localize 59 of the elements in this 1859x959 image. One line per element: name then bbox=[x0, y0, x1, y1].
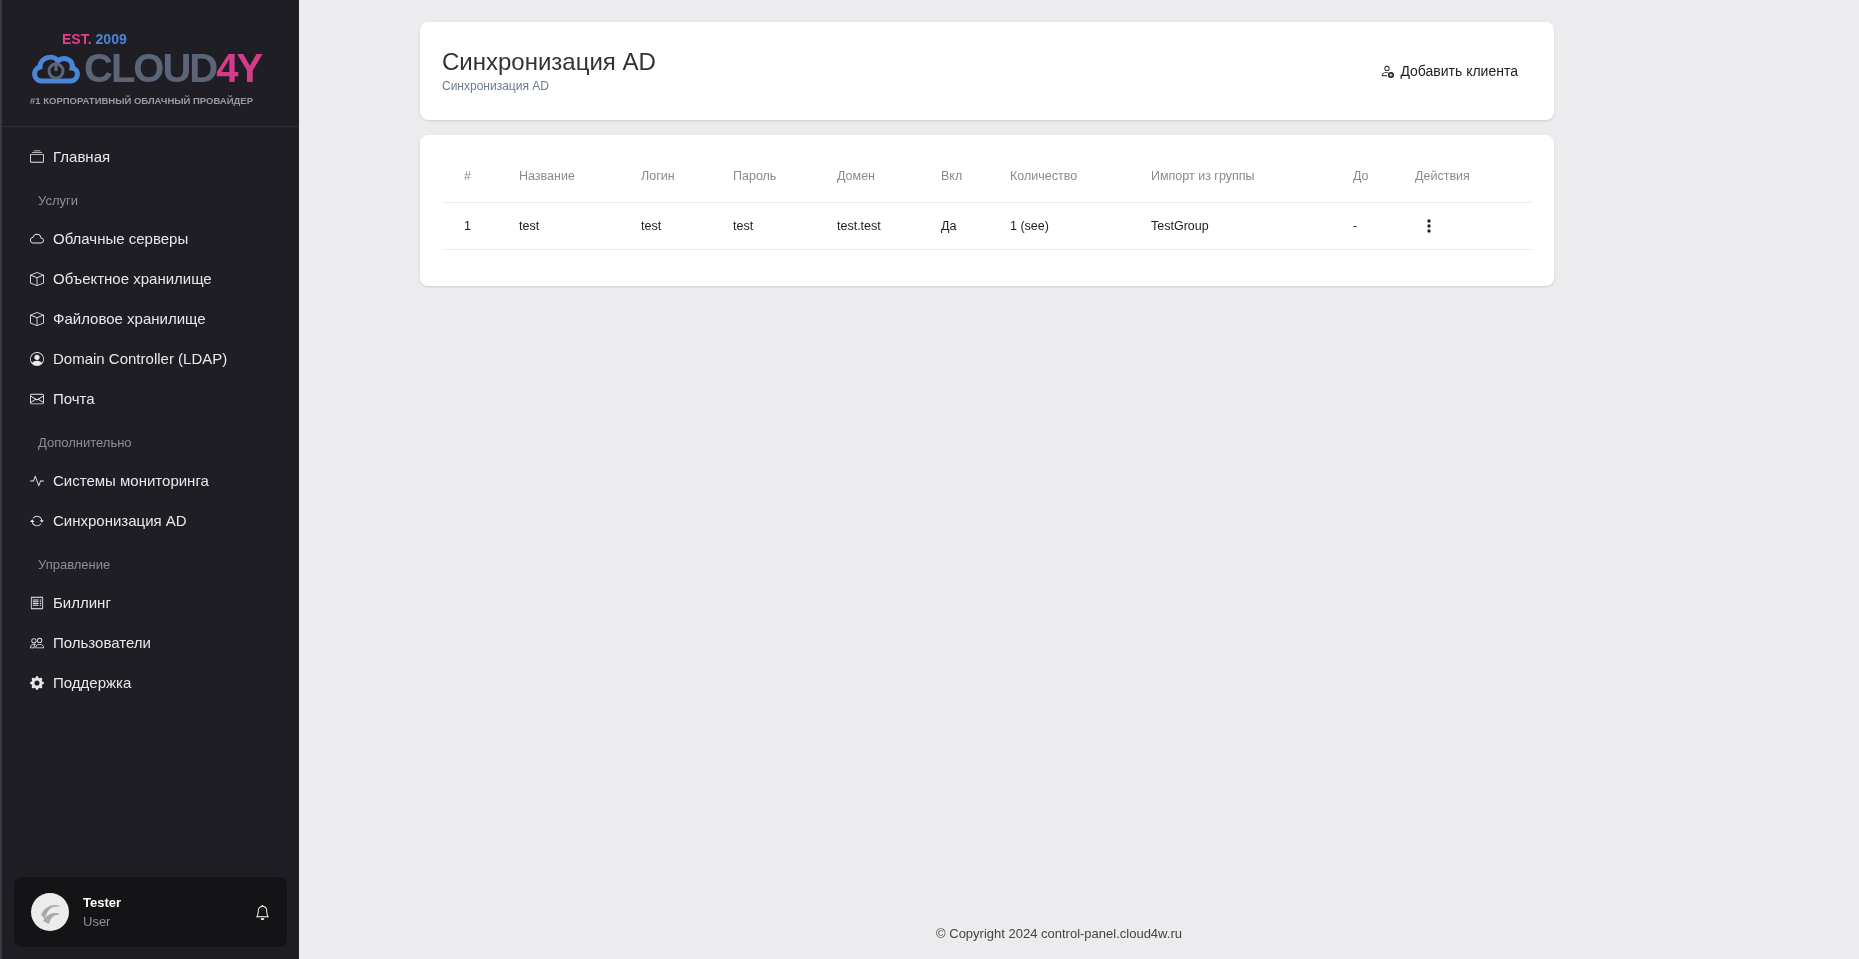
column-header: Пароль bbox=[732, 168, 778, 186]
nav-item[interactable]: Системы мониторинга bbox=[30, 461, 271, 502]
nav-item[interactable]: Почта bbox=[30, 379, 271, 420]
table-cell-text: 1 (see) bbox=[1009, 217, 1050, 235]
tray-icon bbox=[30, 150, 44, 165]
receipt-icon bbox=[30, 596, 44, 611]
column-header: Импорт из группы bbox=[1150, 168, 1256, 186]
column-header: Вкл bbox=[940, 168, 964, 186]
avatar-icon bbox=[31, 893, 69, 931]
nav-item[interactable]: Пользователи bbox=[30, 623, 271, 664]
table-cell-text: test bbox=[518, 217, 541, 235]
nav-item[interactable]: Файловое хранилище bbox=[30, 299, 271, 340]
logo-year: 2009 bbox=[95, 32, 127, 46]
column-header: До bbox=[1352, 168, 1370, 186]
box-icon bbox=[30, 312, 44, 327]
column-header: Логин bbox=[640, 168, 676, 186]
nav-item[interactable]: Поддержка bbox=[30, 663, 271, 704]
table-cell-text: TestGroup bbox=[1150, 217, 1210, 235]
column-header: # bbox=[463, 168, 472, 186]
mail-icon bbox=[30, 392, 44, 407]
table-cell-text: Да bbox=[940, 217, 958, 235]
logo-est: EST. bbox=[62, 32, 92, 46]
person-icon bbox=[30, 352, 44, 367]
box-icon bbox=[30, 272, 44, 287]
table-cell-text: 1 bbox=[463, 217, 472, 235]
people-icon bbox=[30, 636, 44, 651]
logo-tagline: #1 КОРПОРАТИВНЫЙ ОБЛАЧНЫЙ ПРОВАЙДЕР bbox=[30, 94, 253, 108]
breadcrumb: Синхронизация AD bbox=[442, 78, 550, 95]
user-name: Tester bbox=[83, 893, 122, 912]
notifications-button[interactable] bbox=[255, 904, 270, 920]
table-cell-text: test bbox=[732, 217, 755, 235]
column-header: Действия bbox=[1414, 168, 1471, 186]
nav-section-label: Управление bbox=[37, 556, 112, 575]
nav-item[interactable]: Объектное хранилище bbox=[30, 259, 271, 300]
logo-name: CLOUD bbox=[84, 48, 217, 88]
table-cell-text: test bbox=[640, 217, 663, 235]
column-header: Домен bbox=[836, 168, 876, 186]
nav-item[interactable]: Domain Controller (LDAP) bbox=[30, 339, 271, 380]
logo-accent: 4Y bbox=[216, 48, 262, 88]
nav-section-label: Дополнительно bbox=[37, 434, 133, 453]
table-cell-text: - bbox=[1352, 217, 1359, 235]
table-cell-text: test.test bbox=[836, 217, 882, 235]
nav-item[interactable]: Облачные серверы bbox=[30, 219, 271, 260]
add-person-icon bbox=[1380, 64, 1395, 78]
copyright: © Copyright 2024 control-panel.cloud4w.ru bbox=[936, 924, 1182, 943]
more-icon bbox=[1427, 219, 1431, 233]
nav-item[interactable]: Биллинг bbox=[30, 583, 271, 624]
sync-icon bbox=[30, 514, 44, 529]
column-header: Название bbox=[518, 168, 576, 186]
page-title: Синхронизация AD bbox=[442, 47, 656, 77]
nav-section-label: Услуги bbox=[37, 192, 79, 211]
nav-item[interactable]: Главная bbox=[30, 137, 271, 178]
column-header: Количество bbox=[1009, 168, 1079, 186]
pulse-icon bbox=[30, 474, 44, 489]
user-role: User bbox=[83, 913, 112, 931]
add-client-button[interactable]: Добавить клиента bbox=[1380, 60, 1518, 82]
bell-icon bbox=[255, 904, 270, 920]
nav-item[interactable]: Синхронизация AD bbox=[30, 501, 271, 542]
settings-icon bbox=[30, 676, 44, 691]
